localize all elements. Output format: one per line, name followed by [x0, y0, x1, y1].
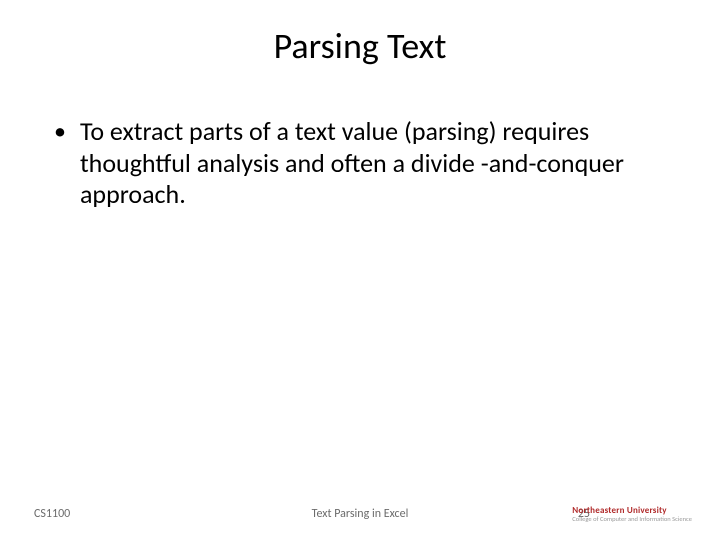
- footer: CS1100 Text Parsing in Excel 25 Northeas…: [0, 502, 720, 526]
- content-area: • To extract parts of a text value (pars…: [0, 88, 720, 211]
- slide-title: Parsing Text: [0, 0, 720, 88]
- footer-subject: Text Parsing in Excel: [312, 507, 409, 521]
- slide: Parsing Text • To extract parts of a tex…: [0, 0, 720, 540]
- footer-course-code: CS1100: [34, 507, 70, 521]
- footer-logo: Northeastern University College of Compu…: [572, 506, 692, 523]
- bullet-marker: •: [54, 116, 66, 148]
- logo-college-name: College of Computer and Information Scie…: [572, 516, 692, 523]
- bullet-item: • To extract parts of a text value (pars…: [48, 116, 672, 211]
- bullet-text: To extract parts of a text value (parsin…: [80, 116, 672, 211]
- logo-university-name: Northeastern University: [572, 506, 666, 515]
